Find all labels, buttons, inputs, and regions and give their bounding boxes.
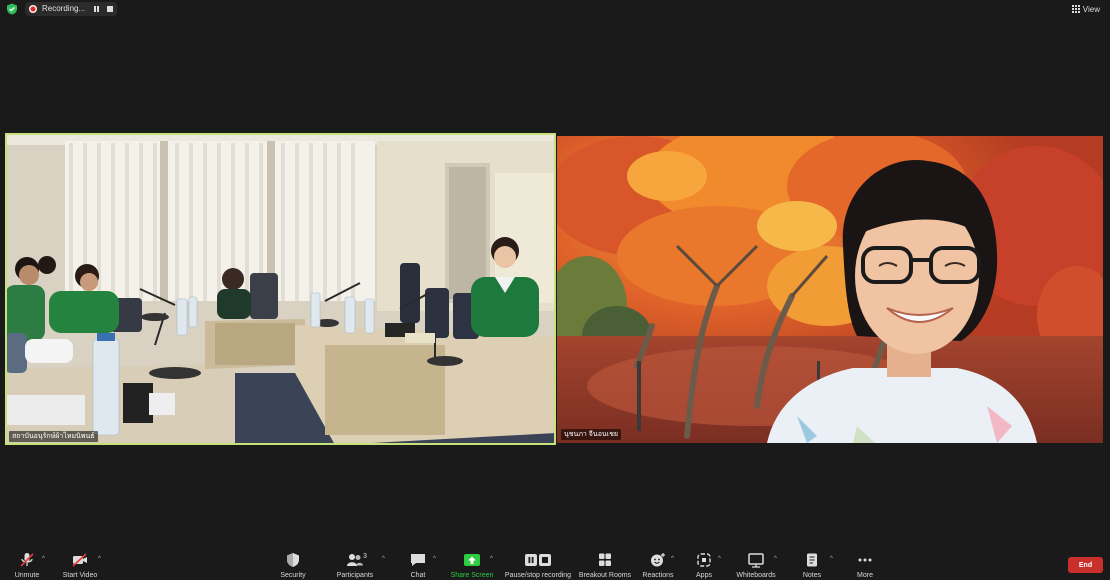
microphone-muted-icon	[20, 553, 34, 567]
notes-label: Notes	[802, 572, 822, 579]
notes-icon	[807, 553, 817, 567]
chat-icon	[411, 554, 425, 566]
participants-count: 3	[363, 553, 367, 560]
video-tile-room[interactable]: สถาบันอนุรักษ์ผ้าไหมนิพนธ์	[5, 133, 556, 445]
whiteboards-label: Whiteboards	[736, 572, 776, 579]
reactions-button[interactable]: Reactions	[640, 548, 676, 580]
chevron-up-icon[interactable]: ^	[382, 556, 385, 562]
share-screen-icon	[464, 554, 480, 566]
participant-name-person: นุชนภา จีนอนเชย	[561, 429, 621, 440]
room-video-image	[5, 133, 556, 445]
chevron-up-icon[interactable]: ^	[718, 556, 721, 562]
share-screen-label: Share Screen	[450, 572, 494, 579]
chevron-up-icon[interactable]: ^	[774, 556, 777, 562]
stop-icon[interactable]	[105, 3, 115, 15]
grid-icon	[1071, 5, 1080, 13]
breakout-rooms-icon	[599, 553, 611, 566]
breakout-rooms-button[interactable]: Breakout Rooms	[578, 548, 632, 580]
participants-button[interactable]: Participants	[334, 548, 376, 580]
participants-label: Participants	[336, 572, 374, 579]
video-tile-participant[interactable]: นุชนภา จีนอนเชย	[557, 136, 1103, 443]
video-off-icon	[72, 553, 87, 567]
unmute-label: Unmute	[14, 572, 40, 579]
chat-label: Chat	[410, 572, 426, 579]
security-label: Security	[280, 572, 306, 579]
top-bar: Recording... View	[0, 0, 1110, 18]
shield-icon	[287, 553, 299, 567]
notes-button[interactable]: Notes	[800, 548, 824, 580]
start-video-button[interactable]: Start Video	[60, 548, 100, 580]
reactions-icon	[651, 553, 665, 567]
apps-icon	[697, 553, 711, 567]
breakout-rooms-label: Breakout Rooms	[578, 572, 632, 579]
pause-stop-recording-label: Pause/stop recording	[504, 572, 572, 579]
participant-video-image	[557, 136, 1103, 443]
shield-icon[interactable]	[6, 3, 18, 15]
recording-indicator: Recording...	[25, 2, 117, 16]
more-button[interactable]: More	[852, 548, 878, 580]
view-button[interactable]: View	[1071, 3, 1100, 15]
reactions-label: Reactions	[642, 572, 674, 579]
recording-label: Recording...	[42, 4, 86, 13]
chevron-up-icon[interactable]: ^	[433, 556, 436, 562]
whiteboards-button[interactable]: Whiteboards	[734, 548, 778, 580]
chevron-up-icon[interactable]: ^	[98, 556, 101, 562]
pause-stop-recording-button[interactable]: Pause/stop recording	[504, 548, 572, 580]
pause-icon[interactable]	[91, 3, 101, 15]
start-video-label: Start Video	[62, 572, 98, 579]
unmute-button[interactable]: Unmute	[12, 548, 42, 580]
share-screen-button[interactable]: Share Screen	[448, 548, 496, 580]
record-icon	[29, 5, 37, 13]
meeting-toolbar: Unmute ^ Start Video ^ Security Particip…	[0, 548, 1110, 580]
chevron-up-icon[interactable]: ^	[830, 556, 833, 562]
chevron-up-icon[interactable]: ^	[490, 556, 493, 562]
participant-name-room: สถาบันอนุรักษ์ผ้าไหมนิพนธ์	[9, 431, 98, 442]
chevron-up-icon[interactable]: ^	[671, 556, 674, 562]
end-meeting-button[interactable]: End	[1068, 557, 1103, 573]
more-icon	[858, 558, 872, 562]
whiteboard-icon	[748, 553, 764, 568]
chat-button[interactable]: Chat	[404, 548, 432, 580]
security-button[interactable]: Security	[278, 548, 308, 580]
pause-stop-icon	[525, 554, 551, 566]
participants-icon	[347, 554, 363, 566]
more-label: More	[857, 572, 873, 579]
apps-button[interactable]: Apps	[692, 548, 716, 580]
chevron-up-icon[interactable]: ^	[42, 556, 45, 562]
view-label: View	[1082, 4, 1100, 14]
apps-label: Apps	[696, 572, 712, 579]
